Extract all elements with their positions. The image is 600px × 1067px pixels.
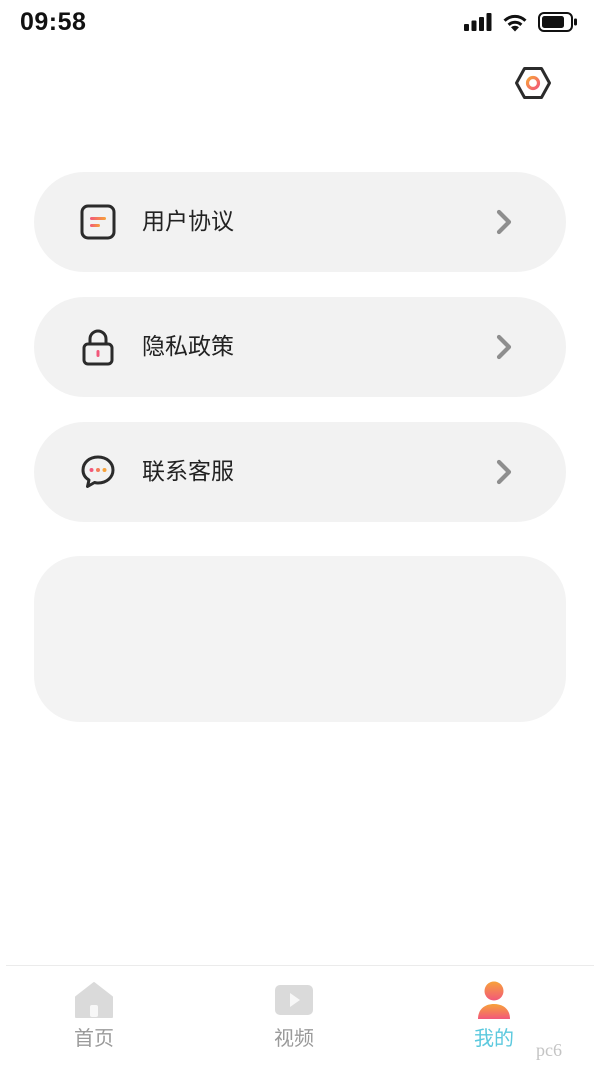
chevron-right-icon: [494, 456, 514, 488]
menu-item-label: 隐私政策: [142, 334, 234, 360]
status-icons: [464, 12, 578, 36]
profile-icon: [472, 978, 516, 1022]
chevron-right-icon: [494, 331, 514, 363]
chevron-right-icon: [494, 206, 514, 238]
status-bar: 09:58: [0, 0, 600, 50]
menu-item-user-agreement[interactable]: 用户协议: [34, 172, 566, 272]
wifi-icon: [502, 13, 528, 36]
chat-bubble-icon: [80, 454, 116, 490]
battery-icon: [538, 12, 578, 36]
tab-label: 首页: [74, 1026, 114, 1050]
tab-bar-divider: [6, 965, 594, 966]
tab-home[interactable]: 首页: [34, 978, 154, 1058]
settings-button[interactable]: [512, 66, 554, 104]
watermark-text: pc6: [536, 1039, 562, 1060]
video-play-icon: [272, 978, 316, 1022]
lock-icon: [80, 329, 116, 366]
menu-item-label: 联系客服: [142, 459, 234, 485]
menu-item-label: 用户协议: [142, 209, 234, 235]
menu-item-contact-support[interactable]: 联系客服: [34, 422, 566, 522]
settings-hexagon-icon: [514, 66, 552, 104]
document-icon: [80, 204, 116, 240]
tab-label: 视频: [274, 1026, 314, 1050]
home-icon: [72, 978, 116, 1022]
status-time: 09:58: [20, 8, 87, 36]
tab-video[interactable]: 视频: [234, 978, 354, 1058]
blank-card: [34, 556, 566, 722]
watermark: pc6: [536, 1038, 596, 1062]
menu-item-privacy-policy[interactable]: 隐私政策: [34, 297, 566, 397]
signal-icon: [464, 13, 492, 35]
